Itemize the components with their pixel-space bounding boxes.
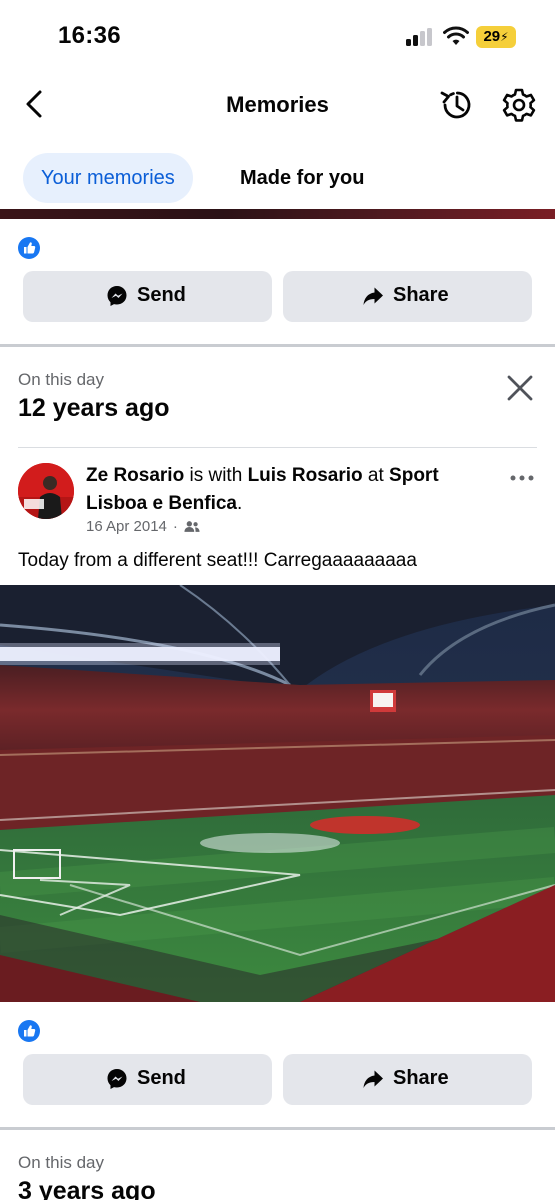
wifi-icon: [443, 26, 469, 45]
post-header: Ze Rosario is with Luis Rosario at Sport…: [86, 462, 496, 518]
post-photo[interactable]: [0, 585, 555, 1002]
send-label: Send: [137, 1067, 186, 1089]
memories-tabs: Your memories Made for you: [0, 150, 555, 206]
avatar[interactable]: [18, 463, 74, 519]
post-author-link[interactable]: Ze Rosario: [86, 465, 184, 486]
previous-memory-photo-edge: [0, 209, 555, 219]
battery-indicator: 29⚡: [476, 26, 516, 48]
tagged-friend-link[interactable]: Luis Rosario: [248, 465, 363, 486]
section-divider: [0, 344, 555, 347]
meta-separator: ·: [172, 518, 178, 535]
share-button[interactable]: Share: [283, 1054, 532, 1105]
gear-icon[interactable]: [500, 86, 538, 124]
section-divider: [0, 1127, 555, 1130]
share-button[interactable]: Share: [283, 271, 532, 322]
post-header-end: .: [237, 493, 243, 514]
years-ago-heading: 12 years ago: [18, 394, 170, 422]
thumbs-up-icon[interactable]: [18, 237, 40, 259]
share-label: Share: [393, 1067, 449, 1089]
send-label: Send: [137, 284, 186, 306]
tab-made-for-you[interactable]: Made for you: [222, 153, 382, 203]
messenger-icon: [107, 1069, 127, 1089]
thumbs-up-icon[interactable]: [18, 1020, 40, 1042]
post-connector-at: at: [362, 465, 390, 486]
post-date[interactable]: 16 Apr 2014: [86, 518, 167, 535]
share-arrow-icon: [363, 287, 383, 305]
share-label: Share: [393, 284, 449, 306]
status-bar: 16:36 29⚡: [0, 0, 555, 70]
on-this-day-label: On this day: [18, 1153, 104, 1172]
post-meta: 16 Apr 2014 ·: [86, 518, 200, 535]
battery-level: 29: [483, 28, 501, 45]
share-arrow-icon: [363, 1070, 383, 1088]
top-navigation-bar: Memories: [0, 70, 555, 138]
card-divider: [18, 447, 537, 448]
close-icon[interactable]: [504, 372, 536, 404]
post-text: Today from a different seat!!! Carregaaa…: [18, 550, 417, 571]
more-horizontal-icon[interactable]: [508, 470, 536, 486]
cellular-signal-icon: [406, 28, 434, 46]
tab-your-memories[interactable]: Your memories: [23, 153, 193, 203]
on-this-day-label: On this day: [18, 370, 104, 389]
years-ago-heading: 3 years ago: [18, 1177, 156, 1200]
friends-icon: [184, 521, 200, 532]
history-clock-icon[interactable]: [438, 86, 476, 124]
post-connector-with: is with: [184, 465, 248, 486]
messenger-icon: [107, 286, 127, 306]
send-button[interactable]: Send: [23, 1054, 272, 1105]
status-time: 16:36: [58, 22, 121, 49]
send-button[interactable]: Send: [23, 271, 272, 322]
